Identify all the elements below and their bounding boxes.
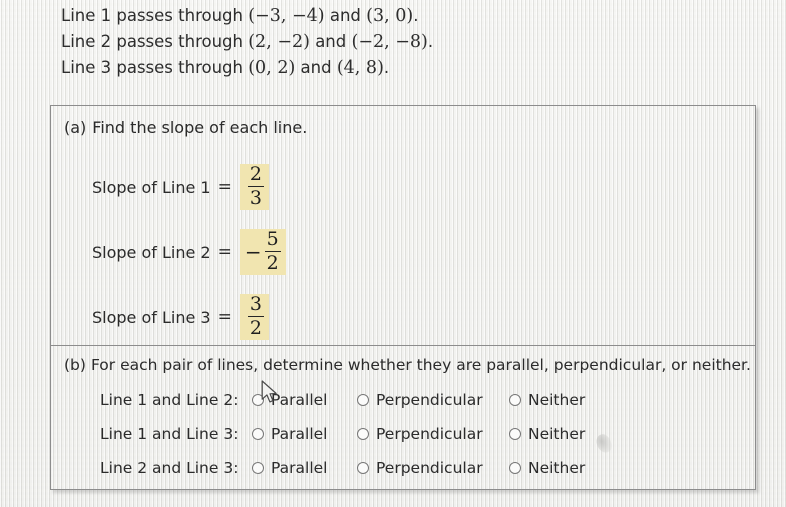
equals-sign-line-3: = xyxy=(217,307,232,327)
worksheet-content: Line 1 passes through (−3, −4) and (3, 0… xyxy=(0,0,786,507)
radio-option-neither-row-1[interactable]: Neither xyxy=(509,391,585,409)
radio-label-neither: Neither xyxy=(528,425,586,443)
radio-button-icon[interactable] xyxy=(509,394,521,406)
part-a-prompt: (a) Find the slope of each line. xyxy=(64,118,307,137)
pair-row-2: Line 1 and Line 3: Parallel Perpendicula… xyxy=(100,425,585,443)
problem-statement-line-2: Line 2 passes through (2, −2) and (−2, −… xyxy=(61,30,761,54)
pair-label-3: Line 2 and Line 3: xyxy=(100,459,239,477)
section-divider xyxy=(51,345,755,346)
worksheet-panel: (a) Find the slope of each line. Slope of… xyxy=(50,105,756,490)
line-1-point-a: (−3, −4) xyxy=(248,6,325,26)
fraction-line-2: 5 2 xyxy=(264,228,281,274)
radio-label-parallel: Parallel xyxy=(271,425,328,443)
equals-sign-line-2: = xyxy=(217,242,232,262)
denominator-line-1: 3 xyxy=(249,187,262,209)
slope-sign-line-2: − xyxy=(244,239,262,264)
problem-statement-line-3: Line 3 passes through (0, 2) and (4, 8). xyxy=(61,56,761,80)
radio-label-perpendicular: Perpendicular xyxy=(376,391,483,409)
pair-row-1: Line 1 and Line 2: Parallel Perpendicula… xyxy=(100,391,585,409)
radio-button-icon[interactable] xyxy=(357,462,369,474)
line-1-point-b: (3, 0) xyxy=(366,6,414,26)
radio-button-icon[interactable] xyxy=(509,428,521,440)
denominator-line-3: 2 xyxy=(249,317,262,339)
slope-label-line-1: Slope of Line 1 xyxy=(92,177,211,197)
part-a-tag: (a) xyxy=(64,118,87,137)
pair-label-2: Line 1 and Line 3: xyxy=(100,425,239,443)
line-3-prefix: Line 3 passes through xyxy=(61,58,249,77)
radio-label-parallel: Parallel xyxy=(271,391,328,409)
line-2-point-a: (2, −2) xyxy=(248,32,310,52)
pair-row-3: Line 2 and Line 3: Parallel Perpendicula… xyxy=(100,459,585,477)
radio-option-perpendicular-row-2[interactable]: Perpendicular xyxy=(357,425,509,443)
slope-row-line-2: Slope of Line 2 = − 5 2 xyxy=(92,229,286,275)
slope-answer-line-3[interactable]: 3 2 xyxy=(239,293,269,340)
part-b-prompt-text: For each pair of lines, determine whethe… xyxy=(90,356,751,374)
line-3-suffix: . xyxy=(383,58,390,77)
slope-row-line-3: Slope of Line 3 = 3 2 xyxy=(92,294,269,340)
line-1-conjunction: and xyxy=(324,6,367,25)
radio-option-perpendicular-row-1[interactable]: Perpendicular xyxy=(357,391,509,409)
radio-label-perpendicular: Perpendicular xyxy=(376,459,483,477)
radio-label-parallel: Parallel xyxy=(271,459,328,477)
line-2-point-b: (−2, −8) xyxy=(351,32,428,52)
numerator-line-1: 2 xyxy=(249,163,262,185)
line-2-prefix: Line 2 passes through xyxy=(61,32,249,51)
radio-option-perpendicular-row-3[interactable]: Perpendicular xyxy=(357,459,509,477)
line-3-point-b: (4, 8) xyxy=(336,58,384,78)
slope-label-line-3: Slope of Line 3 xyxy=(92,307,211,327)
radio-option-parallel-row-2[interactable]: Parallel xyxy=(252,425,357,443)
numerator-line-2: 5 xyxy=(266,228,279,250)
part-b-prompt: (b) For each pair of lines, determine whe… xyxy=(64,356,751,374)
radio-option-parallel-row-3[interactable]: Parallel xyxy=(252,459,357,477)
radio-button-icon[interactable] xyxy=(252,394,264,406)
slope-row-line-1: Slope of Line 1 = 2 3 xyxy=(92,164,269,210)
line-3-conjunction: and xyxy=(295,58,337,77)
problem-statement-block: Line 1 passes through (−3, −4) and (3, 0… xyxy=(61,4,761,82)
line-3-point-a: (0, 2) xyxy=(248,58,296,78)
radio-option-neither-row-2[interactable]: Neither xyxy=(509,425,585,443)
slope-answer-line-1[interactable]: 2 3 xyxy=(239,163,269,210)
numerator-line-3: 3 xyxy=(249,293,262,315)
part-a-prompt-text: Find the slope of each line. xyxy=(92,118,308,137)
slope-answer-line-2[interactable]: − 5 2 xyxy=(239,228,286,275)
radio-option-neither-row-3[interactable]: Neither xyxy=(509,459,585,477)
pair-label-1: Line 1 and Line 2: xyxy=(100,391,239,409)
radio-label-neither: Neither xyxy=(528,391,586,409)
radio-button-icon[interactable] xyxy=(252,428,264,440)
radio-option-parallel-row-1[interactable]: Parallel xyxy=(252,391,357,409)
radio-button-icon[interactable] xyxy=(252,462,264,474)
problem-statement-line-1: Line 1 passes through (−3, −4) and (3, 0… xyxy=(61,4,761,28)
radio-label-perpendicular: Perpendicular xyxy=(376,425,483,443)
radio-button-icon[interactable] xyxy=(357,428,369,440)
line-2-suffix: . xyxy=(427,32,434,51)
equals-sign-line-1: = xyxy=(217,177,232,197)
part-b-tag: (b) xyxy=(64,356,86,374)
fraction-line-1: 2 3 xyxy=(247,163,264,209)
line-1-suffix: . xyxy=(413,6,419,25)
line-1-prefix: Line 1 passes through xyxy=(61,6,249,25)
denominator-line-2: 2 xyxy=(266,252,279,274)
fraction-line-3: 3 2 xyxy=(247,293,264,339)
radio-button-icon[interactable] xyxy=(509,462,521,474)
line-2-conjunction: and xyxy=(309,32,352,51)
radio-label-neither: Neither xyxy=(528,459,586,477)
radio-button-icon[interactable] xyxy=(357,394,369,406)
slope-label-line-2: Slope of Line 2 xyxy=(92,242,211,262)
